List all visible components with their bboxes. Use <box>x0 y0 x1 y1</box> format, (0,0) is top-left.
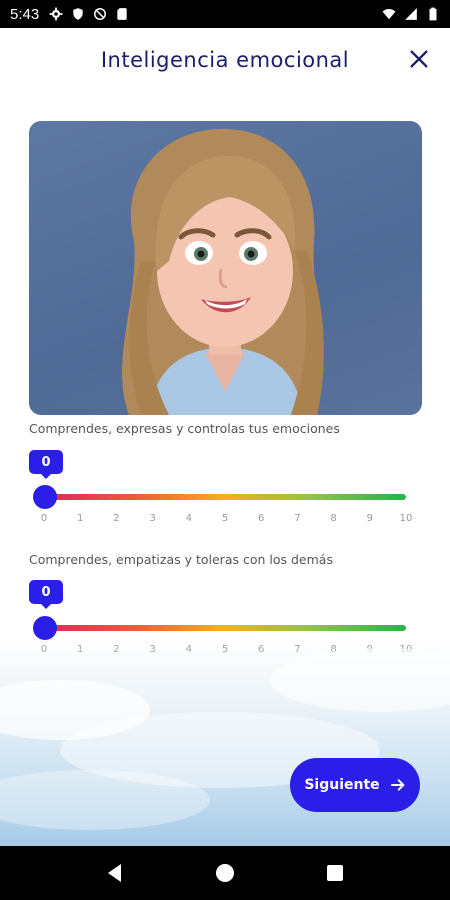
tick-label: 5 <box>221 513 229 524</box>
question-2-value-badge: 0 <box>29 580 63 609</box>
battery-icon <box>429 7 437 21</box>
question-2-label: Comprendes, empatizas y toleras con los … <box>29 552 333 567</box>
question-2-slider-thumb[interactable] <box>33 616 57 640</box>
navigation-bar <box>0 846 450 900</box>
close-icon[interactable] <box>408 48 430 70</box>
tick-label: 2 <box>113 513 120 524</box>
tick-label: 3 <box>149 513 156 524</box>
avatar-image <box>29 121 422 415</box>
question-2-slider-track[interactable] <box>44 625 406 631</box>
no-sync-icon <box>94 8 107 20</box>
status-time: 5:43 <box>10 5 40 23</box>
wifi-icon <box>382 9 396 20</box>
question-1-slider-thumb[interactable] <box>33 485 57 509</box>
tick-label: 8 <box>330 513 337 524</box>
status-bar: 5:43 <box>0 0 450 28</box>
tick-label: 4 <box>185 513 192 524</box>
page-title: Inteligencia emocional <box>100 48 350 72</box>
sd-card-icon <box>117 8 127 20</box>
header: Inteligencia emocional <box>0 28 450 92</box>
question-1-label: Comprendes, expresas y controlas tus emo… <box>29 421 340 436</box>
next-button-label: Siguiente <box>304 777 380 793</box>
tick-label: 6 <box>258 513 265 524</box>
tick-label: 1 <box>77 513 84 524</box>
clouds-illustration <box>0 648 450 830</box>
clouds-background <box>0 640 450 846</box>
tick-label: 0 <box>40 513 48 524</box>
signal-icon <box>405 8 417 20</box>
tick-label: 7 <box>294 513 301 524</box>
home-icon[interactable] <box>213 861 237 885</box>
status-icons-right <box>382 7 440 21</box>
question-1-slider-track[interactable] <box>44 494 406 500</box>
next-button[interactable]: Siguiente <box>290 758 420 812</box>
arrow-right-icon <box>390 779 404 791</box>
shield-icon <box>73 8 83 20</box>
recents-icon[interactable] <box>323 861 347 885</box>
avatar-illustration <box>122 128 324 415</box>
question-1-value-badge: 0 <box>29 450 63 479</box>
back-icon[interactable] <box>103 861 127 885</box>
question-1-ticks: 0 1 2 3 4 5 6 7 8 9 10 <box>40 513 413 527</box>
status-icons-left <box>49 7 129 21</box>
tick-label: 10 <box>399 513 413 524</box>
gear-icon <box>49 7 63 21</box>
tick-label: 9 <box>366 513 373 524</box>
